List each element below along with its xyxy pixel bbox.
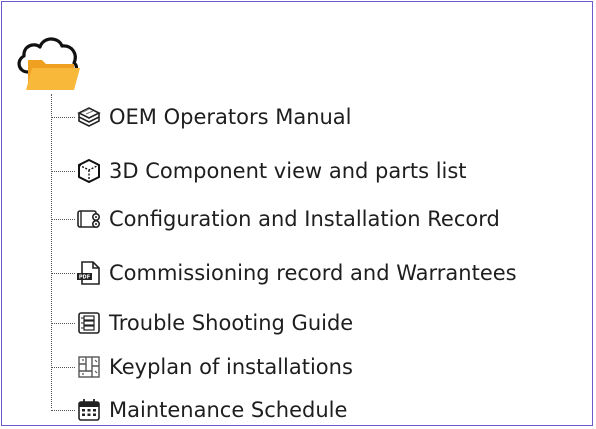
tree-branch	[51, 272, 75, 274]
svg-text:PDF: PDF	[79, 275, 90, 281]
tree-item-maintenance-schedule[interactable]: Maintenance Schedule	[51, 393, 347, 427]
keyplan-icon	[76, 354, 102, 380]
file-tree-panel: OEM Operators Manual 3D Component view a…	[1, 1, 593, 426]
3d-cube-icon	[76, 158, 102, 184]
tree-item-label: Commissioning record and Warrantees	[109, 261, 517, 285]
tree-item-3d-component-view[interactable]: 3D Component view and parts list	[51, 154, 467, 188]
manual-books-icon	[76, 104, 102, 130]
tree-item-label: Configuration and Installation Record	[109, 207, 500, 231]
config-record-icon	[76, 206, 102, 232]
tree-item-trouble-shooting-guide[interactable]: Trouble Shooting Guide	[51, 306, 353, 340]
cloud-folder-icon[interactable]	[14, 32, 80, 94]
tree-item-label: Maintenance Schedule	[109, 398, 348, 422]
troubleshooting-icon	[76, 310, 102, 336]
tree-item-label: Keyplan of installations	[109, 355, 353, 379]
tree-item-label: Trouble Shooting Guide	[109, 311, 354, 335]
tree-item-label: 3D Component view and parts list	[109, 159, 467, 183]
tree-branch	[51, 366, 75, 368]
tree-branch	[51, 218, 75, 220]
tree-branch	[51, 322, 75, 324]
tree-item-configuration-record[interactable]: Configuration and Installation Record	[51, 202, 500, 236]
pdf-file-icon: PDF	[76, 260, 102, 286]
calendar-icon	[76, 397, 102, 423]
tree-branch	[51, 116, 75, 118]
tree-branch	[51, 409, 75, 411]
tree-item-oem-operators-manual[interactable]: OEM Operators Manual	[51, 100, 352, 134]
tree-item-label: OEM Operators Manual	[109, 105, 352, 129]
tree-item-commissioning-record[interactable]: PDF Commissioning record and Warrantees	[51, 256, 517, 290]
tree-branch	[51, 170, 75, 172]
tree-item-keyplan[interactable]: Keyplan of installations	[51, 350, 353, 384]
